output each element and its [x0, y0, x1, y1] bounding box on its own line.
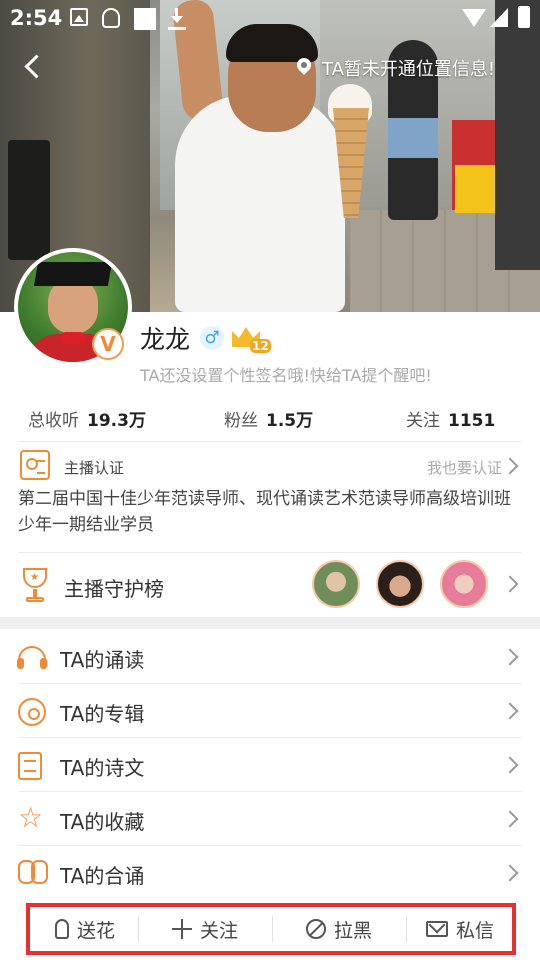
- mail-icon: [425, 921, 448, 937]
- location-pin-icon: [296, 58, 312, 78]
- trophy-icon: ★: [18, 568, 52, 604]
- menu-item-label: TA的合诵: [60, 864, 145, 888]
- private-message-label: 私信: [455, 919, 494, 942]
- chevron-right-icon: [501, 457, 519, 475]
- verified-badge: V: [92, 328, 124, 360]
- location-text: TA暂未开通位置信息!: [322, 59, 496, 80]
- male-gender-icon: ♂: [200, 326, 225, 350]
- menu-item-duets[interactable]: TA的合诵: [0, 846, 540, 900]
- section-separator: [0, 617, 540, 629]
- chevron-right-icon: [501, 756, 519, 774]
- signature-text: TA还没设置个性签名哦!快给TA提个醒吧!: [140, 366, 432, 385]
- guard-list-title[interactable]: 主播守护榜: [64, 573, 164, 602]
- square-icon: [134, 8, 156, 30]
- follow-label: 关注: [199, 919, 238, 942]
- block-button[interactable]: 拉黑: [274, 907, 404, 951]
- status-time: 2:54: [10, 6, 63, 30]
- headphone-icon: [17, 646, 47, 669]
- id-card-icon: [20, 450, 50, 480]
- stats-row: 总收听 19.3万 粉丝 1.5万 关注 1151: [0, 398, 540, 438]
- chevron-right-icon[interactable]: [501, 575, 519, 593]
- follow-button[interactable]: 关注: [140, 907, 270, 951]
- private-message-button[interactable]: 私信: [408, 907, 512, 951]
- level-number: 12: [250, 339, 271, 353]
- apply-certification-link[interactable]: 我也要认证: [427, 457, 502, 478]
- menu-item-label: TA的诵读: [60, 648, 145, 672]
- location-info: TA暂未开通位置信息!: [296, 54, 495, 82]
- menu-item-label: TA的收藏: [60, 810, 145, 834]
- back-button[interactable]: [18, 50, 52, 84]
- stat-fans[interactable]: 粉丝 1.5万: [224, 406, 313, 431]
- menu-item-readings[interactable]: TA的诵读: [0, 630, 540, 684]
- battery-charging-icon: [518, 6, 530, 28]
- bottom-action-bar: 送花 关注 拉黑 私信: [26, 903, 516, 955]
- document-icon: [18, 752, 42, 780]
- block-label: 拉黑: [333, 919, 372, 942]
- send-flower-button[interactable]: 送花: [30, 907, 140, 951]
- disc-icon: [18, 698, 46, 726]
- duet-icon: [18, 860, 48, 888]
- signal-icon: [490, 8, 508, 27]
- guardian-avatar[interactable]: [440, 560, 488, 608]
- certification-title: 主播认证: [64, 459, 125, 477]
- menu-item-albums[interactable]: TA的专辑: [0, 684, 540, 738]
- menu-item-label: TA的诗文: [60, 756, 145, 780]
- menu-item-poems[interactable]: TA的诗文: [0, 738, 540, 792]
- divider: [18, 441, 522, 442]
- guardian-avatar[interactable]: [376, 560, 424, 608]
- status-bar: 2:54: [0, 0, 540, 36]
- user-name: 龙龙: [140, 325, 191, 354]
- menu-item-label: TA的专辑: [60, 702, 145, 726]
- plus-icon: [171, 919, 192, 939]
- stat-following[interactable]: 关注 1151: [406, 406, 495, 431]
- star-icon: ☆: [18, 801, 44, 834]
- guardian-avatar[interactable]: [312, 560, 360, 608]
- crown-level-icon: 12: [232, 323, 271, 353]
- gallery-icon: [70, 8, 88, 26]
- block-icon: [305, 919, 326, 939]
- wifi-icon: [462, 9, 486, 27]
- flower-icon: [54, 919, 69, 939]
- download-icon: [168, 8, 186, 30]
- name-row: 龙龙 ♂ 12: [140, 320, 271, 356]
- chevron-right-icon: [501, 864, 519, 882]
- menu-item-favorites[interactable]: ☆ TA的收藏: [0, 792, 540, 846]
- chevron-right-icon: [501, 648, 519, 666]
- chevron-right-icon: [501, 702, 519, 720]
- divider: [18, 552, 522, 553]
- send-flower-label: 送花: [76, 919, 115, 942]
- certification-description: 第二届中国十佳少年范读导师、现代诵读艺术范读导师高级培训班少年一期结业学员: [18, 489, 511, 535]
- stat-total-listen: 总收听 19.3万: [28, 411, 146, 431]
- chevron-right-icon: [501, 810, 519, 828]
- app-notification-icon: [102, 8, 120, 28]
